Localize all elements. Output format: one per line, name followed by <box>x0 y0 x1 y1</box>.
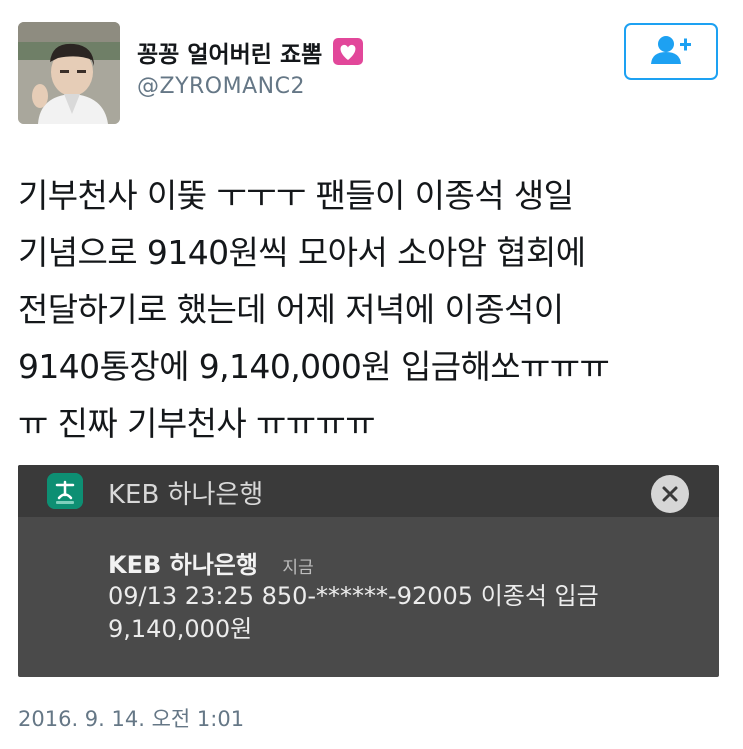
notification-title: KEB 하나은행 지금 <box>108 545 314 580</box>
notification-body-line: 09/13 23:25 850-******-92005 이종석 입금 <box>108 582 599 610</box>
avatar[interactable] <box>18 22 120 124</box>
add-user-icon <box>649 34 693 70</box>
tweet-header: 꽁꽁 얼어버린 죠뽐 @ZYROMANC2 <box>0 0 743 140</box>
close-icon[interactable] <box>651 475 689 513</box>
user-handle[interactable]: @ZYROMANC2 <box>137 74 305 99</box>
notification-body: 09/13 23:25 850-******-92005 이종석 입금 9,14… <box>108 580 599 646</box>
attached-screenshot[interactable]: KEB 하나은행 KEB 하나은행 지금 09/13 23:25 850-***… <box>18 465 719 677</box>
tweet-line: ㅠ 진짜 기부천사 ㅠㅠㅠㅠ <box>18 404 376 443</box>
tweet-timestamp[interactable]: 2016. 9. 14. 오전 1:01 <box>18 703 244 733</box>
sparkling-heart-icon <box>333 38 364 71</box>
tweet-line: 전달하기로 했는데 어제 저녁에 이종석이 <box>18 290 564 329</box>
notification-app-name: KEB 하나은행 <box>108 480 264 510</box>
hana-bank-icon <box>47 473 83 509</box>
display-name[interactable]: 꽁꽁 얼어버린 죠뽐 <box>137 35 364 71</box>
notification-title-text: KEB 하나은행 <box>108 551 258 579</box>
tweet-line: 9140통장에 9,140,000원 입금해쏘ㅠㅠㅠ <box>18 347 610 386</box>
follow-button[interactable] <box>624 23 718 80</box>
tweet-text: 기부천사 이뚲 ㅜㅜㅜ 팬들이 이종석 생일 기념으로 9140원씩 모아서 소… <box>18 167 733 452</box>
tweet-line: 기념으로 9140원씩 모아서 소아암 협회에 <box>18 233 586 272</box>
display-name-text: 꽁꽁 얼어버린 죠뽐 <box>137 42 323 68</box>
tweet-line: 기부천사 이뚲 ㅜㅜㅜ 팬들이 이종석 생일 <box>18 176 574 215</box>
notification-header: KEB 하나은행 <box>18 465 719 517</box>
notification-time: 지금 <box>282 558 314 578</box>
notification-body-line: 9,140,000원 <box>108 615 253 643</box>
avatar-photo <box>18 22 120 124</box>
